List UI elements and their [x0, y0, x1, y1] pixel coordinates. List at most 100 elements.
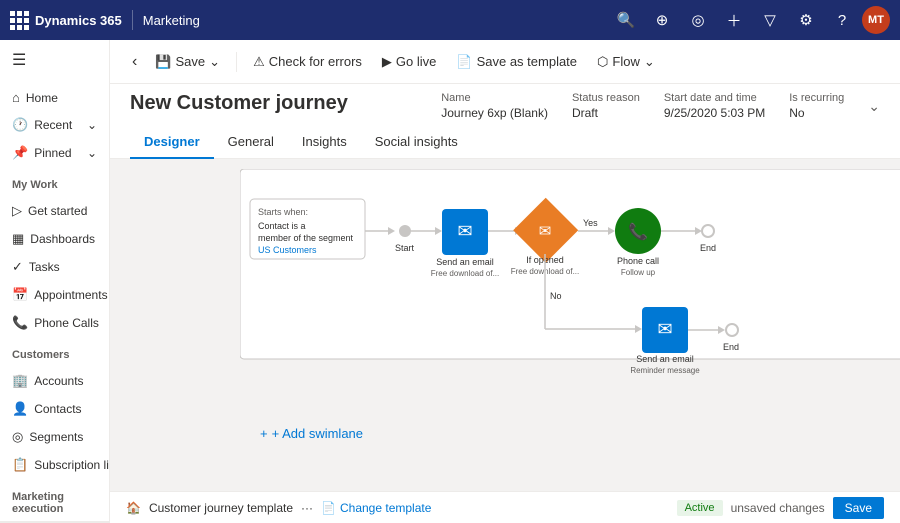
save-label: Save	[176, 54, 206, 69]
dashboards-icon: ▦	[12, 231, 24, 247]
canvas-area: ↺ ↻ ⤢ ⊞ 🔍 100% 🔍 ⛶ Starts when: Contact …	[110, 159, 900, 491]
phone-calls-icon: 📞	[12, 315, 28, 331]
tab-insights[interactable]: Insights	[288, 126, 361, 159]
meta-recurring: Is recurring No	[789, 92, 844, 120]
svg-text:Free download of...: Free download of...	[431, 269, 499, 278]
status-badge: Active	[677, 500, 723, 516]
sidebar-item-contacts[interactable]: 👤 Contacts	[0, 395, 109, 423]
template-label: Customer journey template	[149, 501, 293, 515]
pinned-label: Pinned	[34, 146, 71, 160]
page-title: New Customer journey	[130, 92, 348, 123]
recent-chevron: ⌄	[87, 118, 97, 132]
sidebar-item-tasks[interactable]: ✓ Tasks	[0, 253, 109, 281]
change-template-icon: 📄	[321, 501, 336, 515]
pinned-chevron: ⌄	[87, 146, 97, 160]
app-logo[interactable]: Dynamics 365	[10, 11, 122, 30]
my-work-group-label: My Work	[0, 171, 109, 193]
svg-text:member of the segment: member of the segment	[258, 233, 354, 243]
go-live-button[interactable]: ▶ Go live	[374, 50, 444, 74]
add-icon[interactable]: ＋	[718, 4, 750, 36]
settings-icon[interactable]: ⚙	[790, 4, 822, 36]
svg-text:US Customers: US Customers	[258, 245, 317, 255]
back-button[interactable]: ‹	[126, 49, 143, 75]
go-live-icon: ▶	[382, 54, 392, 70]
sidebar-item-dashboards[interactable]: ▦ Dashboards	[0, 225, 109, 253]
tab-designer[interactable]: Designer	[130, 126, 214, 159]
contact-icon[interactable]: ⊕	[646, 4, 678, 36]
change-template-button[interactable]: 📄 Change template	[321, 501, 431, 515]
name-value: Journey 6xp (Blank)	[441, 106, 548, 120]
help-icon[interactable]: ?	[826, 4, 858, 36]
add-swimlane-label: + Add swimlane	[272, 426, 363, 441]
avatar[interactable]: MT	[862, 6, 890, 34]
sidebar-item-recent[interactable]: 🕐 Recent ⌄	[0, 111, 109, 139]
bottom-save-button[interactable]: Save	[833, 497, 884, 519]
svg-text:✉: ✉	[539, 223, 552, 240]
meta-chevron-icon[interactable]: ⌄	[868, 98, 880, 115]
phone-calls-label: Phone Calls	[34, 316, 99, 330]
filter-icon[interactable]: ▽	[754, 4, 786, 36]
tab-social-insights[interactable]: Social insights	[361, 126, 472, 159]
customers-section: 🏢 Accounts 👤 Contacts ◎ Segments 📋 Subsc…	[0, 363, 109, 483]
save-dropdown-icon[interactable]: ⌄	[209, 54, 220, 70]
tab-general[interactable]: General	[214, 126, 288, 159]
sidebar-item-get-started[interactable]: ▷ Get started	[0, 197, 109, 225]
go-live-label: Go live	[396, 54, 436, 69]
svg-text:✉: ✉	[657, 319, 672, 339]
more-options-button[interactable]: ···	[301, 501, 313, 515]
appointments-icon: 📅	[12, 287, 28, 303]
template-icon: 🏠	[126, 501, 141, 515]
sidebar-item-home[interactable]: ⌂ Home	[0, 84, 109, 111]
save-as-template-button[interactable]: 📄 Save as template	[448, 50, 585, 74]
bottom-left: 🏠 Customer journey template ··· 📄 Change…	[126, 501, 431, 515]
contacts-icon: 👤	[12, 401, 28, 417]
date-label: Start date and time	[664, 92, 765, 104]
hamburger-button[interactable]: ☰	[0, 40, 109, 80]
date-value: 9/25/2020 5:03 PM	[664, 106, 765, 120]
name-label: Name	[441, 92, 548, 104]
sidebar-item-pinned[interactable]: 📌 Pinned ⌄	[0, 139, 109, 167]
sidebar-item-subscription-lists[interactable]: 📋 Subscription lists	[0, 451, 109, 479]
main-content: ‹ 💾 Save ⌄ ⚠ Check for errors ▶ Go live …	[110, 40, 900, 523]
sidebar-item-appointments[interactable]: 📅 Appointments	[0, 281, 109, 309]
change-template-label: Change template	[340, 501, 431, 515]
my-work-section: ▷ Get started ▦ Dashboards ✓ Tasks 📅 App…	[0, 193, 109, 341]
status-value: Draft	[572, 106, 640, 120]
svg-text:Send an email: Send an email	[636, 354, 694, 364]
marketing-section: ↪ Customer journeys ✉ Marketing emails 💬…	[0, 517, 109, 523]
flow-button[interactable]: ⬡ Flow ⌄	[589, 50, 663, 74]
svg-text:📞: 📞	[628, 221, 648, 241]
svg-text:Phone call: Phone call	[617, 256, 659, 266]
tabs: Designer General Insights Social insight…	[130, 126, 880, 158]
check-errors-label: Check for errors	[269, 54, 362, 69]
sidebar: ☰ ⌂ Home 🕐 Recent ⌄ 📌 Pinned	[0, 40, 110, 523]
svg-text:Reminder message: Reminder message	[630, 366, 700, 375]
meta-status: Status reason Draft	[572, 92, 640, 120]
marketing-group-label: Marketing execution	[0, 483, 109, 517]
flow-label: Flow	[612, 54, 639, 69]
segments-label: Segments	[29, 430, 83, 444]
check-errors-button[interactable]: ⚠ Check for errors	[245, 50, 370, 74]
recent-label: Recent	[34, 118, 72, 132]
sidebar-item-segments[interactable]: ◎ Segments	[0, 423, 109, 451]
svg-text:Start: Start	[395, 243, 415, 253]
svg-text:Contact is a: Contact is a	[258, 221, 306, 231]
save-button[interactable]: 💾 Save ⌄	[147, 50, 228, 74]
sidebar-item-phone-calls[interactable]: 📞 Phone Calls	[0, 309, 109, 337]
recurring-value: No	[789, 106, 844, 120]
tasks-icon: ✓	[12, 259, 23, 275]
topbar-icons: 🔍 ⊕ ◎ ＋ ▽ ⚙ ? MT	[610, 4, 890, 36]
svg-text:End: End	[723, 342, 739, 352]
sidebar-item-accounts[interactable]: 🏢 Accounts	[0, 367, 109, 395]
dashboards-label: Dashboards	[30, 232, 95, 246]
topbar: Dynamics 365 Marketing 🔍 ⊕ ◎ ＋ ▽ ⚙ ? MT	[0, 0, 900, 40]
location-icon[interactable]: ◎	[682, 4, 714, 36]
save-template-label: Save as template	[477, 54, 577, 69]
topbar-divider	[132, 10, 133, 30]
module-name: Marketing	[143, 13, 200, 28]
flow-chevron-icon: ⌄	[644, 54, 655, 70]
add-swimlane-button[interactable]: + + Add swimlane	[240, 418, 383, 449]
meta-name: Name Journey 6xp (Blank)	[441, 92, 548, 120]
recent-icon: 🕐	[12, 117, 28, 133]
search-icon[interactable]: 🔍	[610, 4, 642, 36]
